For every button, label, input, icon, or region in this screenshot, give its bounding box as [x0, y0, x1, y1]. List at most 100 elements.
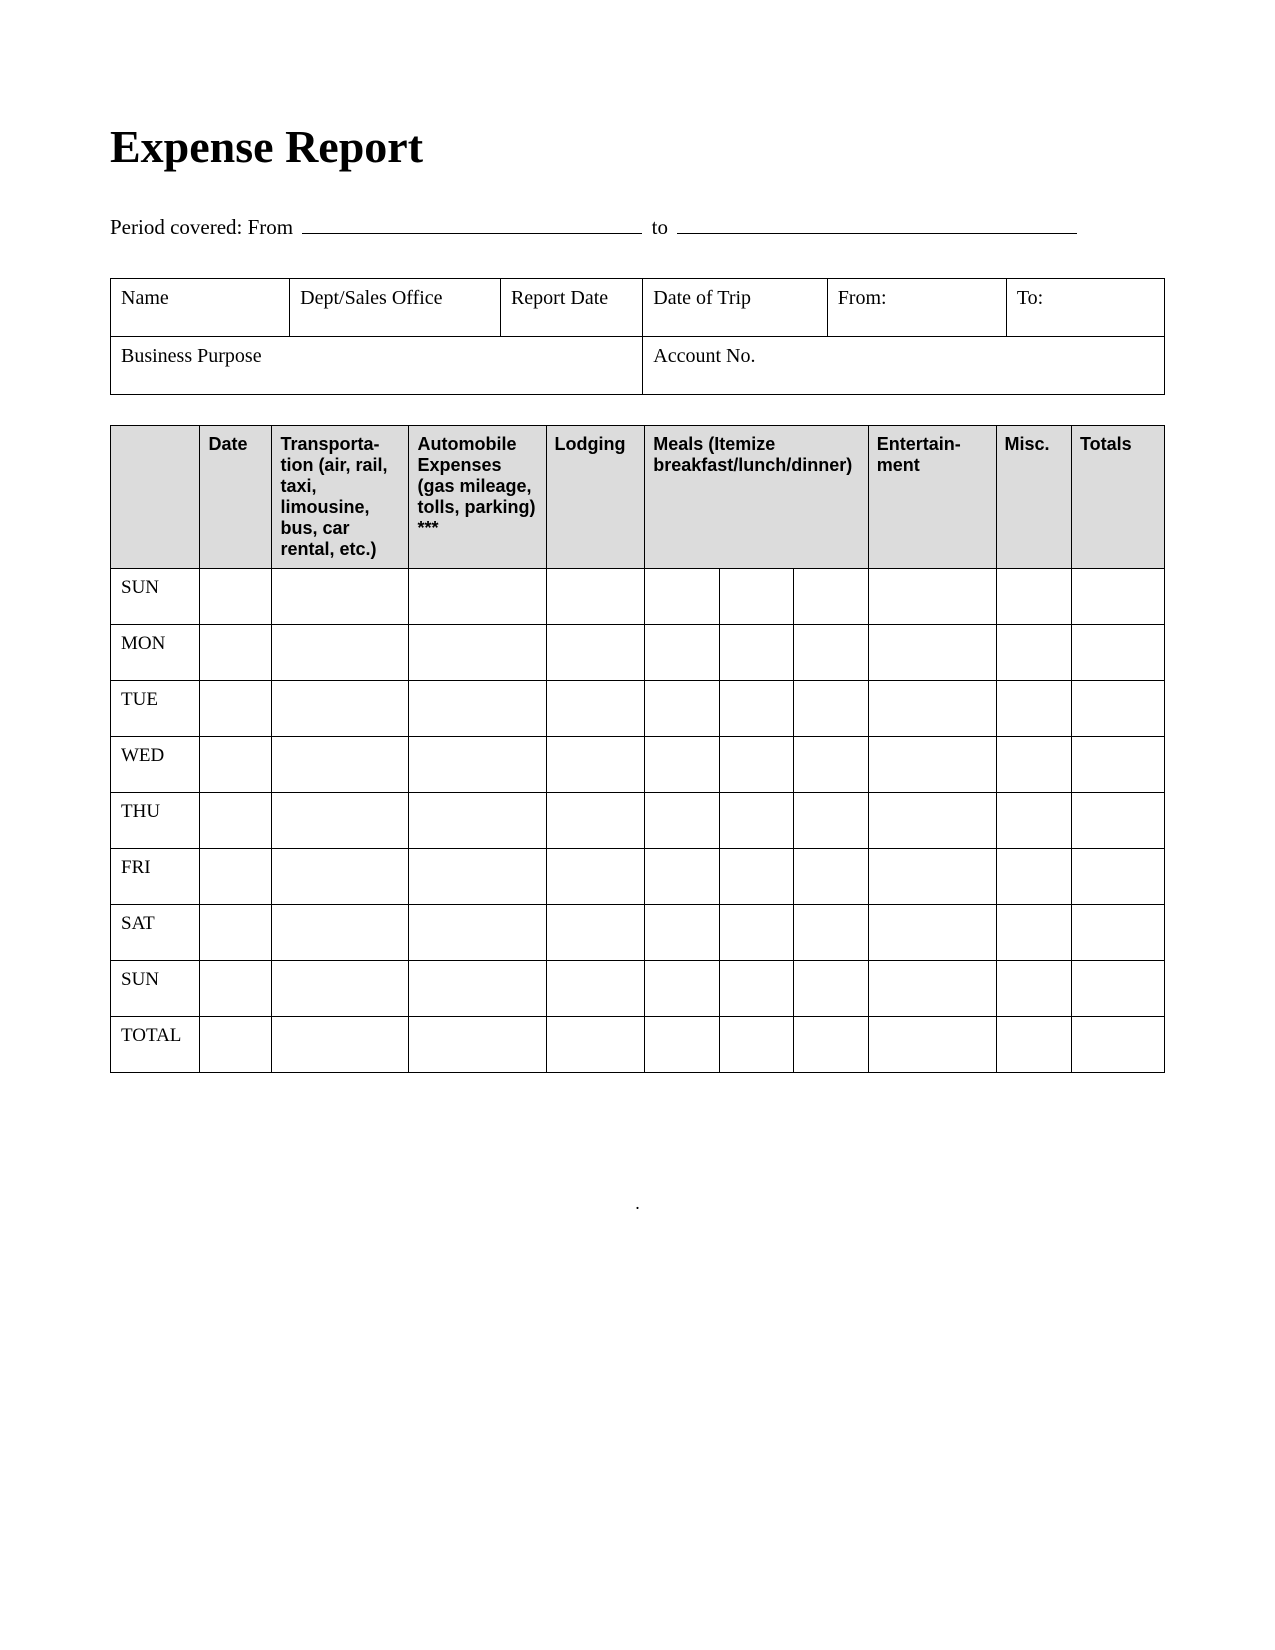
meal-cell[interactable] [794, 793, 869, 849]
meal-cell[interactable] [794, 737, 869, 793]
misc-cell[interactable] [996, 793, 1071, 849]
totals-cell[interactable] [1072, 1017, 1165, 1073]
transportation-cell[interactable] [272, 793, 409, 849]
info-date-of-trip-cell[interactable]: Date of Trip [643, 279, 827, 337]
meal-cell[interactable] [645, 737, 720, 793]
meal-cell[interactable] [645, 961, 720, 1017]
meal-cell[interactable] [719, 737, 794, 793]
meal-cell[interactable] [794, 961, 869, 1017]
meal-cell[interactable] [645, 569, 720, 625]
date-cell[interactable] [200, 961, 272, 1017]
misc-cell[interactable] [996, 905, 1071, 961]
totals-cell[interactable] [1072, 737, 1165, 793]
transportation-cell[interactable] [272, 961, 409, 1017]
lodging-cell[interactable] [546, 625, 645, 681]
lodging-cell[interactable] [546, 793, 645, 849]
lodging-cell[interactable] [546, 737, 645, 793]
misc-cell[interactable] [996, 1017, 1071, 1073]
misc-cell[interactable] [996, 737, 1071, 793]
date-cell[interactable] [200, 905, 272, 961]
meal-cell[interactable] [719, 961, 794, 1017]
meal-cell[interactable] [719, 905, 794, 961]
automobile-cell[interactable] [409, 569, 546, 625]
meal-cell[interactable] [794, 625, 869, 681]
info-dept-cell[interactable]: Dept/Sales Office [290, 279, 501, 337]
automobile-cell[interactable] [409, 849, 546, 905]
lodging-cell[interactable] [546, 961, 645, 1017]
meal-cell[interactable] [645, 1017, 720, 1073]
meal-cell[interactable] [645, 905, 720, 961]
transportation-cell[interactable] [272, 569, 409, 625]
meal-cell[interactable] [719, 793, 794, 849]
period-from-input-line[interactable] [302, 233, 642, 234]
meal-cell[interactable] [645, 625, 720, 681]
lodging-cell[interactable] [546, 681, 645, 737]
meal-cell[interactable] [645, 793, 720, 849]
info-name-cell[interactable]: Name [111, 279, 290, 337]
date-cell[interactable] [200, 849, 272, 905]
info-account-no-cell[interactable]: Account No. [643, 337, 1165, 395]
meal-cell[interactable] [719, 681, 794, 737]
misc-cell[interactable] [996, 849, 1071, 905]
totals-cell[interactable] [1072, 849, 1165, 905]
date-cell[interactable] [200, 681, 272, 737]
totals-cell[interactable] [1072, 905, 1165, 961]
date-cell[interactable] [200, 569, 272, 625]
automobile-cell[interactable] [409, 905, 546, 961]
entertainment-cell[interactable] [868, 625, 996, 681]
entertainment-cell[interactable] [868, 905, 996, 961]
meal-cell[interactable] [794, 681, 869, 737]
transportation-cell[interactable] [272, 737, 409, 793]
meal-cell[interactable] [719, 1017, 794, 1073]
automobile-cell[interactable] [409, 681, 546, 737]
meal-cell[interactable] [719, 625, 794, 681]
entertainment-cell[interactable] [868, 793, 996, 849]
misc-cell[interactable] [996, 569, 1071, 625]
totals-cell[interactable] [1072, 625, 1165, 681]
info-business-purpose-cell[interactable]: Business Purpose [111, 337, 643, 395]
date-cell[interactable] [200, 625, 272, 681]
automobile-cell[interactable] [409, 625, 546, 681]
info-from-cell[interactable]: From: [827, 279, 1006, 337]
info-report-date-cell[interactable]: Report Date [500, 279, 642, 337]
entertainment-cell[interactable] [868, 849, 996, 905]
entertainment-cell[interactable] [868, 1017, 996, 1073]
automobile-cell[interactable] [409, 1017, 546, 1073]
automobile-cell[interactable] [409, 793, 546, 849]
totals-cell[interactable] [1072, 793, 1165, 849]
transportation-cell[interactable] [272, 905, 409, 961]
totals-cell[interactable] [1072, 569, 1165, 625]
misc-cell[interactable] [996, 681, 1071, 737]
entertainment-cell[interactable] [868, 737, 996, 793]
misc-cell[interactable] [996, 961, 1071, 1017]
meal-cell[interactable] [645, 681, 720, 737]
meal-cell[interactable] [794, 849, 869, 905]
misc-cell[interactable] [996, 625, 1071, 681]
transportation-cell[interactable] [272, 849, 409, 905]
entertainment-cell[interactable] [868, 569, 996, 625]
transportation-cell[interactable] [272, 681, 409, 737]
date-cell[interactable] [200, 737, 272, 793]
meal-cell[interactable] [719, 849, 794, 905]
info-to-cell[interactable]: To: [1006, 279, 1164, 337]
meal-cell[interactable] [719, 569, 794, 625]
automobile-cell[interactable] [409, 737, 546, 793]
lodging-cell[interactable] [546, 1017, 645, 1073]
meal-cell[interactable] [794, 1017, 869, 1073]
meal-cell[interactable] [794, 905, 869, 961]
automobile-cell[interactable] [409, 961, 546, 1017]
date-cell[interactable] [200, 793, 272, 849]
lodging-cell[interactable] [546, 849, 645, 905]
lodging-cell[interactable] [546, 905, 645, 961]
transportation-cell[interactable] [272, 625, 409, 681]
meal-cell[interactable] [794, 569, 869, 625]
totals-cell[interactable] [1072, 681, 1165, 737]
period-to-input-line[interactable] [677, 233, 1077, 234]
lodging-cell[interactable] [546, 569, 645, 625]
entertainment-cell[interactable] [868, 961, 996, 1017]
date-cell[interactable] [200, 1017, 272, 1073]
transportation-cell[interactable] [272, 1017, 409, 1073]
totals-cell[interactable] [1072, 961, 1165, 1017]
meal-cell[interactable] [645, 849, 720, 905]
entertainment-cell[interactable] [868, 681, 996, 737]
